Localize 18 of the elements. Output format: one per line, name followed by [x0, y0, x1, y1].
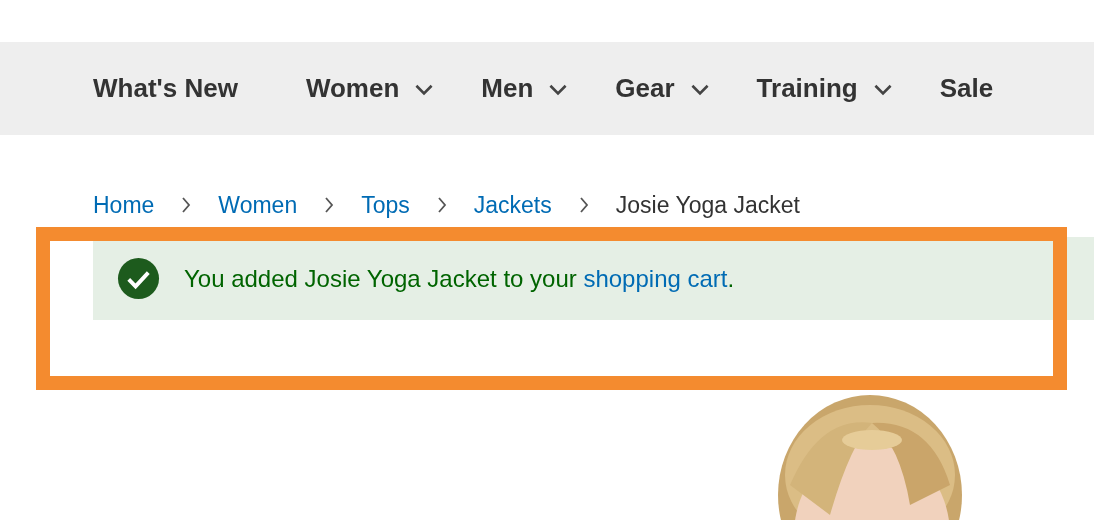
nav-menu-item[interactable]: Sale	[939, 73, 994, 104]
chevron-right-icon	[577, 195, 590, 215]
breadcrumb-link[interactable]: Home	[93, 191, 155, 219]
breadcrumb-link[interactable]: Jackets	[473, 191, 552, 219]
nav-menu-item[interactable]: What's New	[93, 73, 238, 104]
chevron-right-icon	[323, 195, 336, 215]
checkmark-icon	[117, 257, 160, 300]
chevron-right-icon	[180, 195, 193, 215]
breadcrumb-link[interactable]: Tops	[361, 191, 410, 219]
chevron-right-icon	[435, 195, 448, 215]
breadcrumb-current: Josie Yoga Jacket	[615, 191, 800, 219]
breadcrumb-link[interactable]: Women	[218, 191, 298, 219]
nav-menu-item[interactable]: Training	[756, 73, 896, 104]
nav-menu-item[interactable]: Men	[481, 73, 572, 104]
message-text: You added Josie Yoga Jacket to your shopping cart.	[184, 264, 735, 293]
nav-menu-item[interactable]: Women	[305, 73, 438, 104]
shopping-cart-link[interactable]: shopping cart	[583, 264, 728, 292]
nav-menu-item[interactable]: Gear	[615, 73, 713, 104]
